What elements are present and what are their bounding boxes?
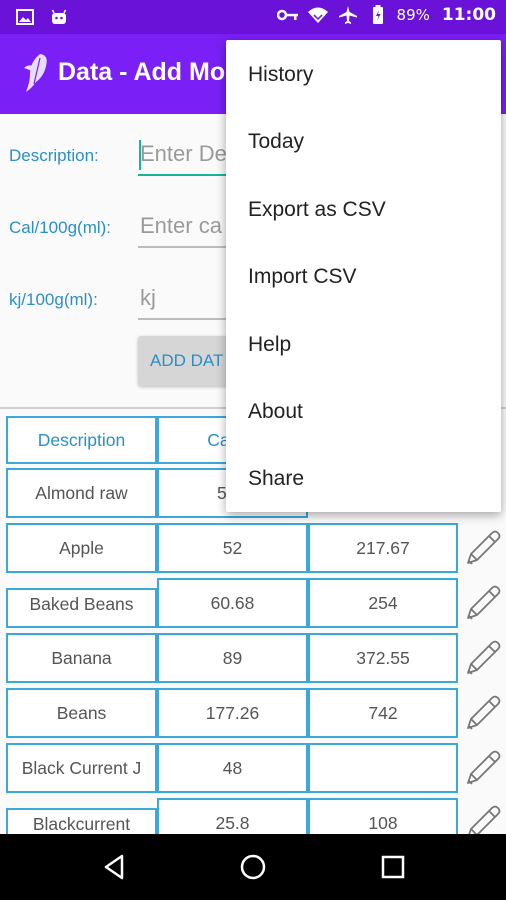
app-title: Data - Add Mo [58, 58, 226, 86]
android-icon [48, 6, 70, 28]
table-row-kj[interactable]: 742 [308, 688, 458, 738]
pencil-edit-icon[interactable] [460, 580, 506, 626]
pencil-edit-icon[interactable] [460, 745, 506, 791]
airplane-icon [337, 4, 359, 26]
kj-label: kj/100g(ml): [9, 290, 98, 309]
back-icon[interactable] [94, 847, 134, 887]
pencil-edit-icon[interactable] [460, 690, 506, 736]
table-row-cal[interactable]: 48 [157, 743, 308, 793]
app-logo-icon [22, 52, 52, 94]
image-icon [14, 6, 36, 28]
description-label: Description: [9, 146, 99, 165]
menu-item-help[interactable]: Help [226, 311, 501, 378]
home-icon[interactable] [233, 847, 273, 887]
navigation-bar [0, 834, 506, 900]
table-row-description[interactable]: Black Current J [6, 743, 157, 793]
text-caret [139, 140, 141, 170]
table-row-kj[interactable]: 254 [308, 578, 458, 628]
table-row-cal[interactable]: 177.26 [157, 688, 308, 738]
status-bar: 89% 11:00 [0, 0, 506, 34]
table-row-cal[interactable]: 60.68 [157, 578, 308, 628]
table-row-kj[interactable] [308, 743, 458, 793]
table-row-kj[interactable]: 108 [308, 798, 458, 834]
table-row-description[interactable]: Almond raw [6, 468, 157, 518]
table-row-description[interactable]: Banana [6, 633, 157, 683]
recents-icon[interactable] [373, 847, 413, 887]
menu-item-about[interactable]: About [226, 378, 501, 445]
menu-item-today[interactable]: Today [226, 108, 501, 175]
menu-item-import-csv[interactable]: Import CSV [226, 243, 501, 310]
menu-item-history[interactable]: History [226, 41, 501, 108]
table-row-description[interactable]: Blackcurrent [6, 808, 157, 834]
header-description: Description [6, 416, 157, 464]
pencil-edit-icon[interactable] [460, 635, 506, 681]
battery-icon [367, 4, 389, 26]
overflow-menu: History Today Export as CSV Import CSV H… [226, 40, 501, 512]
table-row-description[interactable]: Baked Beans [6, 588, 157, 628]
table-row-cal[interactable]: 52 [157, 523, 308, 573]
pencil-edit-icon[interactable] [460, 800, 506, 834]
menu-item-export-csv[interactable]: Export as CSV [226, 176, 501, 243]
menu-item-share[interactable]: Share [226, 445, 501, 512]
cal-label: Cal/100g(ml): [9, 218, 112, 237]
wifi-icon [307, 4, 329, 26]
table-row-description[interactable]: Apple [6, 523, 157, 573]
pencil-edit-icon[interactable] [460, 525, 506, 571]
table-row-description[interactable]: Beans [6, 688, 157, 738]
clock: 11:00 [441, 5, 496, 25]
table-row-cal[interactable]: 89 [157, 633, 308, 683]
table-row-kj[interactable]: 372.55 [308, 633, 458, 683]
table-row-cal[interactable]: 25.8 [157, 798, 308, 834]
battery-percent: 89% [396, 6, 430, 24]
table-row-kj[interactable]: 217.67 [308, 523, 458, 573]
key-icon [276, 4, 299, 26]
